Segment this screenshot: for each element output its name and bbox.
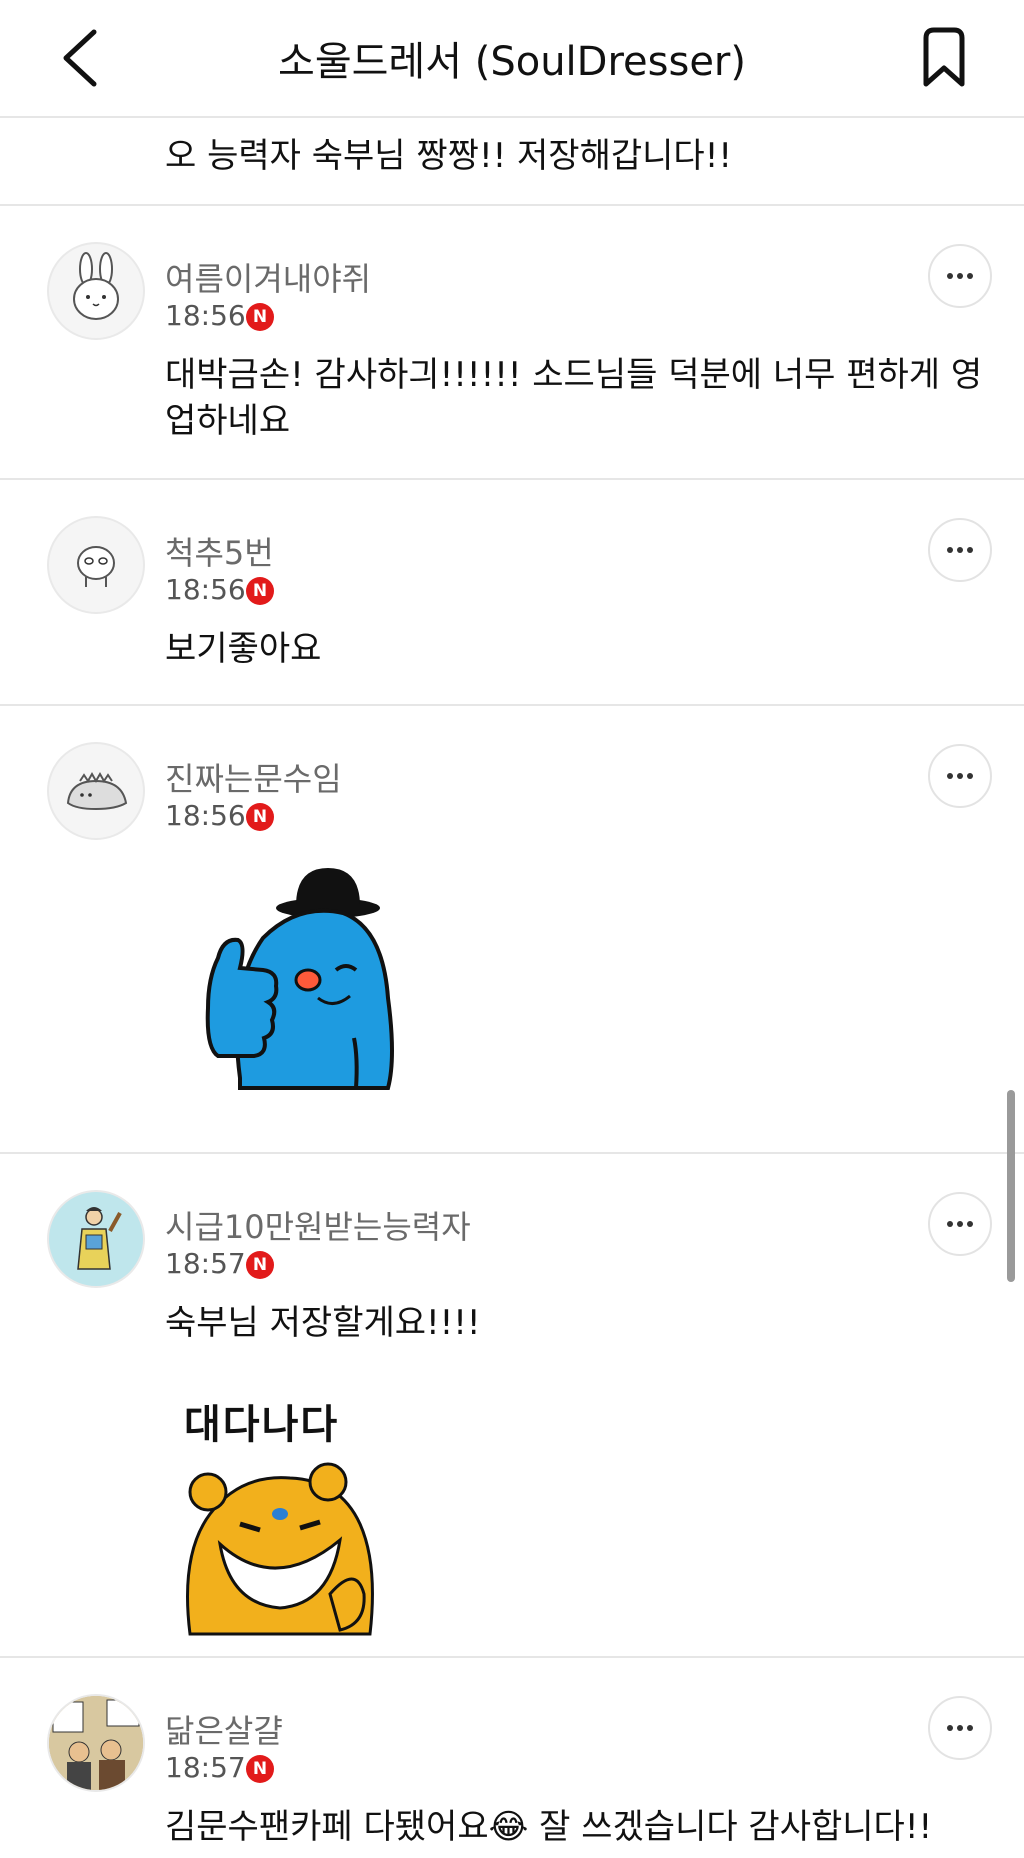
avatar[interactable] [47,516,145,614]
dot-icon [947,1725,953,1731]
dot-icon [957,1221,963,1227]
sticker-image[interactable]: 대다나다 [180,1392,390,1642]
protest-crowd-avatar-icon [49,1696,143,1790]
page-title: 소울드레서 (SoulDresser) [278,39,746,85]
more-options-button[interactable] [928,744,992,808]
bunny-avatar-icon [73,252,119,320]
avatar[interactable] [47,1694,145,1792]
dot-icon [957,773,963,779]
avatar[interactable] [47,742,145,840]
new-badge: N [246,303,274,331]
new-badge: N [246,577,274,605]
new-badge: N [246,803,274,831]
timestamp: 18:57 [165,1247,246,1280]
thumbs-up-sticker-icon [205,868,394,1090]
more-options-button[interactable] [928,1192,992,1256]
dot-icon [967,1221,973,1227]
timestamp: 18:56 [165,299,246,332]
more-options-button[interactable] [928,1696,992,1760]
sticker-caption: 대다나다 [184,1402,340,1448]
bookmark-button[interactable] [916,26,972,90]
dot-icon [957,547,963,553]
timestamp: 18:57 [165,1751,246,1784]
dot-icon [947,273,953,279]
new-badge: N [246,1251,274,1279]
comment-item: 시급10만원받는능력자 18:57 N 숙부님 저장할게요!!!! 대다나다 [0,1152,1024,1658]
comment-text: 오 능력자 숙부님 짱짱!! 저장해갑니다!! [165,136,732,176]
comment-text: 숙부님 저장할게요!!!! [165,1303,481,1343]
dot-icon [967,773,973,779]
more-options-button[interactable] [928,518,992,582]
username[interactable]: 시급10만원받는능력자 [165,1202,471,1248]
dot-icon [947,547,953,553]
dinosaur-avatar-icon [66,771,128,811]
sticker-image[interactable] [168,858,408,1098]
comment-item: 진짜는문수임 18:56 N [0,704,1024,1154]
comment-text: 김문수팬카페 다됐어요😂 잘 쓰겠습니다 감사합니다!! [165,1807,933,1847]
comment-item: 닮은살걀 18:57 N 김문수팬카페 다됐어요😂 잘 쓰겠습니다 감사합니다!… [0,1656,1024,1858]
username[interactable]: 닮은살걀 [165,1706,283,1752]
username[interactable]: 진짜는문수임 [165,754,342,800]
person-avatar-icon [77,1207,122,1270]
dot-icon [967,273,973,279]
top-bar: 소울드레서 (SoulDresser) [0,0,1024,118]
avatar[interactable] [47,1190,145,1288]
more-options-button[interactable] [928,244,992,308]
bookmark-icon [923,27,965,87]
dot-icon [967,1725,973,1731]
comment-item: 척추5번 18:56 N 보기좋아요 [0,478,1024,706]
dot-icon [947,1221,953,1227]
comment-item: 여름이겨내야쥐 18:56 N 대박금손! 감사하긔!!!!!! 소드님들 덕분… [0,204,1024,480]
comment-text: 대박금손! 감사하긔!!!!!! 소드님들 덕분에 너무 편하게 영업하네요 [165,355,983,441]
dot-icon [957,273,963,279]
comment-item: 오 능력자 숙부님 짱짱!! 저장해갑니다!! [0,116,1024,206]
laughing-bear-sticker-icon [186,1462,374,1636]
dot-icon [947,773,953,779]
dot-icon [957,1725,963,1731]
avatar[interactable] [47,242,145,340]
username[interactable]: 여름이겨내야쥐 [165,254,371,300]
character-avatar-icon [77,546,115,587]
username[interactable]: 척추5번 [165,528,274,574]
comment-text: 보기좋아요 [165,629,322,669]
timestamp: 18:56 [165,573,246,606]
dot-icon [967,547,973,553]
scrollbar[interactable] [1007,1090,1015,1282]
new-badge: N [246,1755,274,1783]
timestamp: 18:56 [165,799,246,832]
